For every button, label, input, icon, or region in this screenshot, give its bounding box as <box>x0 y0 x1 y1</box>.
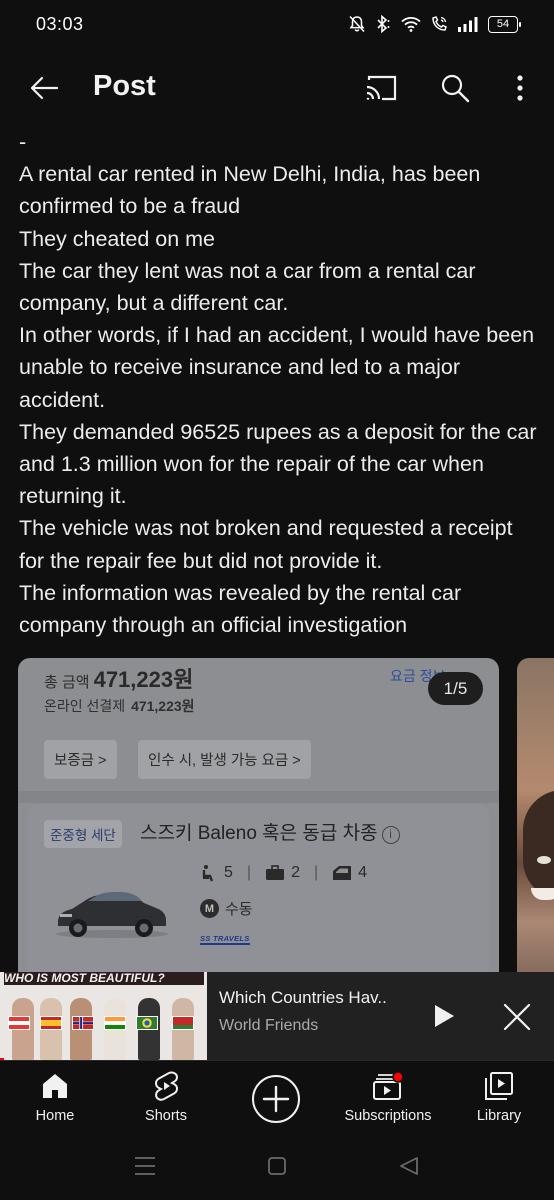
library-icon <box>485 1072 513 1100</box>
create-plus-icon[interactable] <box>251 1074 301 1124</box>
arrow-left-icon <box>30 76 59 100</box>
photo-detail <box>537 856 551 864</box>
home-system-icon[interactable] <box>267 1156 287 1176</box>
more-options-button[interactable] <box>498 68 542 108</box>
info-icon: i <box>381 826 400 844</box>
nav-shorts[interactable]: Shorts <box>136 1061 196 1137</box>
doors-count: 4 <box>358 864 368 881</box>
post-paragraph: The information was revealed by the rent… <box>19 580 462 638</box>
nav-home-label: Home <box>35 1108 75 1124</box>
page-title: Post <box>93 70 156 102</box>
mini-player-title[interactable]: Which Countries Hav.. <box>219 988 387 1008</box>
flag-belarus <box>172 1016 194 1030</box>
ss-travels-logo: SS TRAVELS <box>200 934 250 945</box>
nav-library[interactable]: Library <box>468 1061 530 1137</box>
battery-icon: 54 <box>488 15 521 33</box>
car-name: 스즈키 Baleno 혹은 동급 차종 i <box>140 818 400 845</box>
transmission-text: 수동 <box>225 901 253 918</box>
subscriptions-icon <box>373 1071 404 1100</box>
transmission: M 수동 <box>200 898 253 919</box>
mini-player-channel: World Friends <box>219 1017 319 1034</box>
thumbnail-caption: WHO IS MOST BEAUTIFUL? <box>4 972 204 985</box>
nav-subscriptions-label: Subscriptions <box>344 1108 432 1124</box>
post-paragraph: - <box>19 130 27 154</box>
signal-icon <box>458 17 478 32</box>
bags-spec: 2 <box>265 864 300 882</box>
search-button[interactable] <box>433 68 477 108</box>
recent-apps-icon[interactable] <box>134 1156 156 1176</box>
app-header: Post <box>0 56 554 120</box>
door-icon <box>333 866 352 880</box>
total-label: 총 금액 <box>44 674 90 691</box>
mini-player[interactable]: WHO IS MOST BEAUTIFUL? Which Countries H… <box>0 972 554 1060</box>
mini-player-thumbnail[interactable]: WHO IS MOST BEAUTIFUL? <box>0 972 207 1060</box>
play-icon <box>435 1005 454 1027</box>
bottom-navigation: Home Shorts Subscriptions Library <box>0 1060 554 1136</box>
online-prepay: 온라인 선결제 471,223원 <box>44 696 195 716</box>
cast-button[interactable] <box>359 68 403 108</box>
home-icon <box>43 1074 67 1098</box>
online-label: 온라인 선결제 <box>44 698 126 714</box>
image-carousel[interactable]: 총 금액 471,223원 요금 정보 > 온라인 선결제 471,223원 보증… <box>0 658 554 972</box>
post-paragraph: A rental car rented in New Delhi, India,… <box>19 162 481 219</box>
flag-norway <box>72 1016 94 1030</box>
photo-person <box>523 790 554 900</box>
online-value: 471,223원 <box>131 698 195 714</box>
seats-count: 5 <box>224 864 233 881</box>
carousel-counter: 1/5 <box>428 672 483 705</box>
close-icon <box>503 1003 531 1031</box>
flag-austria <box>8 1016 30 1030</box>
wifi-icon <box>401 17 421 32</box>
car-image <box>56 892 168 938</box>
car-name-text: 스즈키 Baleno 혹은 동급 차종 <box>140 823 378 844</box>
post-paragraph: They cheated on me <box>19 226 216 251</box>
bluetooth-icon <box>377 15 390 33</box>
post-paragraph: In other words, if I had an accident, I … <box>19 323 535 412</box>
clock: 03:03 <box>36 14 84 34</box>
post-paragraph: The car they lent was not a car from a r… <box>19 258 476 316</box>
back-system-icon[interactable] <box>398 1156 420 1176</box>
bags-count: 2 <box>291 864 300 881</box>
doors-spec: 4 <box>332 864 367 882</box>
status-bar: 03:03 54 <box>0 0 554 48</box>
flag-brazil <box>136 1016 158 1030</box>
nav-shorts-label: Shorts <box>145 1108 187 1124</box>
nav-home[interactable]: Home <box>25 1061 85 1137</box>
flag-india <box>104 1016 126 1030</box>
status-icons: 54 <box>349 13 521 35</box>
cast-icon <box>366 75 397 101</box>
mute-bell-icon <box>349 15 365 33</box>
photo-detail <box>531 888 554 900</box>
post-body: - A rental car rented in New Delhi, Indi… <box>19 126 539 641</box>
carousel-image-1[interactable]: 총 금액 471,223원 요금 정보 > 온라인 선결제 471,223원 보증… <box>18 658 499 972</box>
spec-divider: | <box>246 864 252 881</box>
nav-library-label: Library <box>476 1108 522 1124</box>
mini-player-close-button[interactable] <box>496 996 538 1038</box>
car-type-badge: 준중형 세단 <box>44 820 122 848</box>
mini-player-play-button[interactable] <box>424 996 464 1036</box>
pickup-fees-chip: 인수 시, 발생 가능 요금 > <box>138 740 311 779</box>
spec-divider: | <box>313 864 319 881</box>
car-card: 준중형 세단 스즈키 Baleno 혹은 동급 차종 i 5 | 2 | 4 M… <box>28 804 489 972</box>
nav-subscriptions[interactable]: Subscriptions <box>338 1061 438 1137</box>
seat-icon <box>202 865 214 882</box>
total-amount: 총 금액 471,223원 <box>44 662 193 694</box>
luggage-icon <box>266 865 285 880</box>
shorts-icon <box>155 1071 178 1101</box>
manual-transmission-icon: M <box>200 899 219 918</box>
total-value: 471,223원 <box>93 667 194 692</box>
search-icon <box>441 74 470 103</box>
flag-spain <box>40 1016 62 1030</box>
post-paragraph: The vehicle was not broken and requested… <box>19 516 513 573</box>
divider <box>18 791 499 803</box>
seats-spec: 5 <box>200 864 233 882</box>
post-paragraph: They demanded 96525 rupees as a deposit … <box>19 419 537 509</box>
back-button[interactable] <box>22 68 66 108</box>
carousel-image-2-peek[interactable] <box>517 658 554 972</box>
more-vert-icon <box>517 75 523 101</box>
deposit-chip: 보증금 > <box>44 740 117 779</box>
wifi-calling-icon <box>432 16 447 31</box>
car-specs: 5 | 2 | 4 <box>200 864 367 882</box>
system-navigation <box>0 1136 554 1200</box>
